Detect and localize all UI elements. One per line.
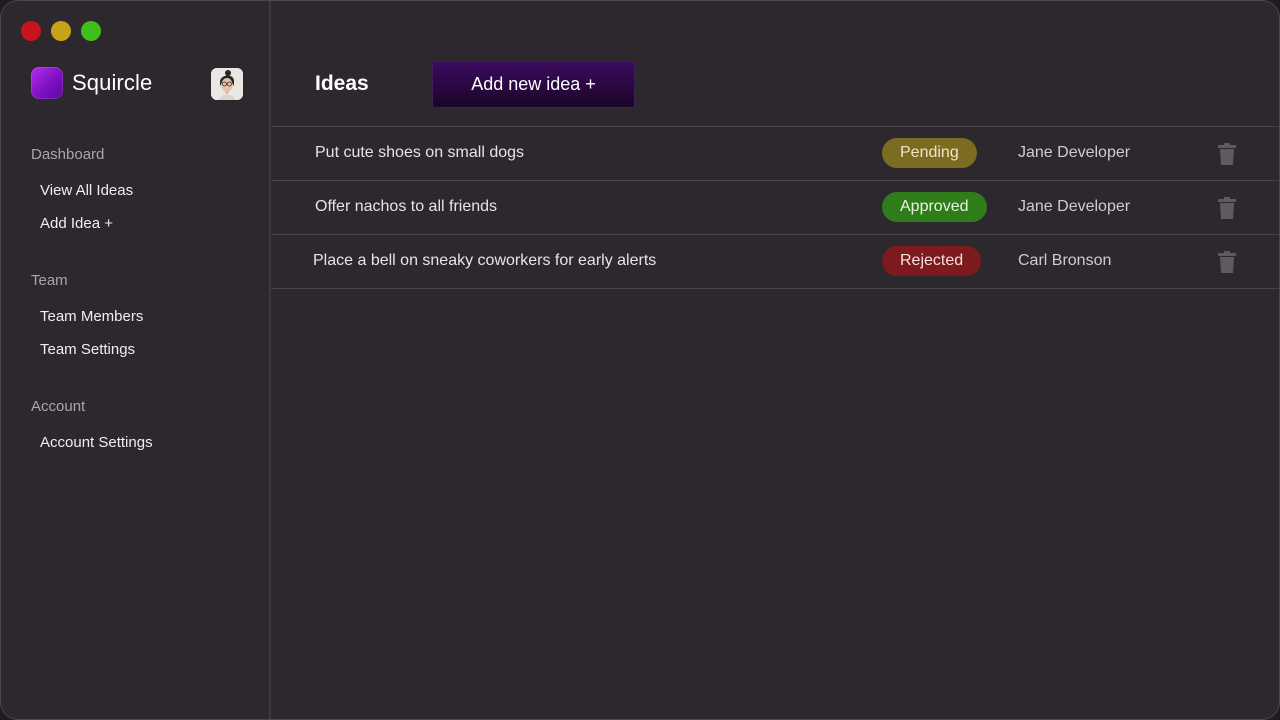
sidebar: Squircle Dashboard View All Ideas Add Id bbox=[1, 1, 271, 719]
idea-owner: Jane Developer bbox=[1018, 198, 1131, 215]
window-controls bbox=[21, 21, 101, 41]
status-badge: Rejected bbox=[882, 246, 982, 276]
avatar[interactable] bbox=[211, 68, 243, 100]
idea-row[interactable]: Place a bell on sneaky coworkers for ear… bbox=[271, 235, 1279, 289]
idea-owner: Jane Developer bbox=[1018, 144, 1131, 161]
nav-item-team-settings[interactable]: Team Settings bbox=[40, 341, 135, 358]
app-name: Squircle bbox=[72, 70, 153, 95]
maximize-icon[interactable] bbox=[81, 21, 101, 41]
nav-item-add-idea[interactable]: Add Idea + bbox=[40, 215, 113, 232]
minimize-icon[interactable] bbox=[51, 21, 71, 41]
status-badge: Pending bbox=[882, 138, 977, 168]
add-new-idea-button[interactable]: Add new idea + bbox=[432, 61, 635, 108]
nav-heading-account: Account bbox=[31, 398, 86, 415]
brand: Squircle bbox=[31, 67, 152, 99]
idea-title: Offer nachos to all friends bbox=[315, 198, 498, 215]
nav-item-view-all-ideas[interactable]: View All Ideas bbox=[40, 182, 133, 199]
idea-title: Place a bell on sneaky coworkers for ear… bbox=[313, 252, 657, 269]
page-title: Ideas bbox=[315, 72, 369, 95]
app-window: Squircle Dashboard View All Ideas Add Id bbox=[0, 0, 1280, 720]
nav-item-team-members[interactable]: Team Members bbox=[40, 308, 143, 325]
status-badge: Approved bbox=[882, 192, 987, 222]
idea-title: Put cute shoes on small dogs bbox=[315, 144, 525, 161]
trash-icon[interactable] bbox=[1217, 197, 1237, 219]
idea-row[interactable]: Put cute shoes on small dogs Pending Jan… bbox=[271, 127, 1279, 181]
ideas-list: Put cute shoes on small dogs Pending Jan… bbox=[271, 126, 1279, 289]
idea-row[interactable]: Offer nachos to all friends Approved Jan… bbox=[271, 181, 1279, 235]
trash-icon[interactable] bbox=[1217, 251, 1237, 273]
app-logo-icon bbox=[31, 67, 63, 99]
idea-owner: Carl Bronson bbox=[1018, 252, 1112, 269]
close-icon[interactable] bbox=[21, 21, 41, 41]
nav-item-account-settings[interactable]: Account Settings bbox=[40, 434, 153, 451]
trash-icon[interactable] bbox=[1217, 143, 1237, 165]
nav-heading-dashboard: Dashboard bbox=[31, 146, 105, 163]
nav-heading-team: Team bbox=[31, 272, 68, 289]
main-content: Ideas Add new idea + Put cute shoes on s… bbox=[271, 1, 1279, 719]
